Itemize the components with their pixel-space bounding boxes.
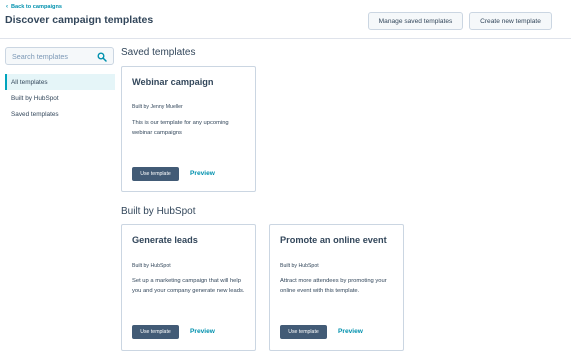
card-description: Set up a marketing campaign that will he… bbox=[132, 278, 245, 294]
chevron-left-icon: ‹ bbox=[6, 4, 8, 10]
sidebar-item-all-templates[interactable]: All templates bbox=[5, 74, 115, 90]
use-template-button[interactable]: Use template bbox=[280, 325, 327, 339]
card-author: Built by HubSpot bbox=[132, 263, 171, 269]
card-author: Built by Jenny Mueller bbox=[132, 104, 183, 110]
template-card-generate-leads: Generate leads Built by HubSpot Set up a… bbox=[121, 224, 256, 351]
preview-link[interactable]: Preview bbox=[338, 328, 363, 335]
sidebar-item-label: All templates bbox=[11, 78, 48, 86]
sidebar-item-built-by-hubspot[interactable]: Built by HubSpot bbox=[5, 90, 115, 106]
section-title-saved-templates: Saved templates bbox=[121, 47, 196, 58]
sidebar-item-label: Built by HubSpot bbox=[11, 94, 59, 102]
search-input[interactable] bbox=[12, 51, 98, 61]
section-title-built-by-hubspot: Built by HubSpot bbox=[121, 206, 196, 217]
create-new-template-button[interactable]: Create new template bbox=[469, 12, 552, 30]
back-link-label: Back to campaigns bbox=[11, 4, 62, 10]
page-title: Discover campaign templates bbox=[5, 14, 154, 26]
card-description: This is our template for any upcoming we… bbox=[132, 120, 229, 136]
card-author: Built by HubSpot bbox=[280, 263, 319, 269]
sidebar-nav: All templates Built by HubSpot Saved tem… bbox=[5, 74, 115, 122]
sidebar-item-label: Saved templates bbox=[11, 110, 59, 118]
preview-link[interactable]: Preview bbox=[190, 328, 215, 335]
template-card-webinar-campaign: Webinar campaign Built by Jenny Mueller … bbox=[121, 66, 256, 192]
card-title: Promote an online event bbox=[280, 235, 387, 245]
header-divider bbox=[0, 38, 571, 39]
back-to-campaigns-link[interactable]: ‹ Back to campaigns bbox=[6, 4, 62, 10]
card-title: Generate leads bbox=[132, 235, 198, 245]
template-card-promote-online-event: Promote an online event Built by HubSpot… bbox=[269, 224, 404, 351]
sidebar-item-saved-templates[interactable]: Saved templates bbox=[5, 106, 115, 122]
use-template-button[interactable]: Use template bbox=[132, 325, 179, 339]
search-box bbox=[5, 47, 114, 65]
card-title: Webinar campaign bbox=[132, 77, 214, 87]
card-description: Attract more attendees by promoting your… bbox=[280, 278, 387, 294]
use-template-button[interactable]: Use template bbox=[132, 167, 179, 181]
manage-saved-templates-button[interactable]: Manage saved templates bbox=[368, 12, 463, 30]
preview-link[interactable]: Preview bbox=[190, 170, 215, 177]
search-icon[interactable] bbox=[97, 52, 107, 62]
